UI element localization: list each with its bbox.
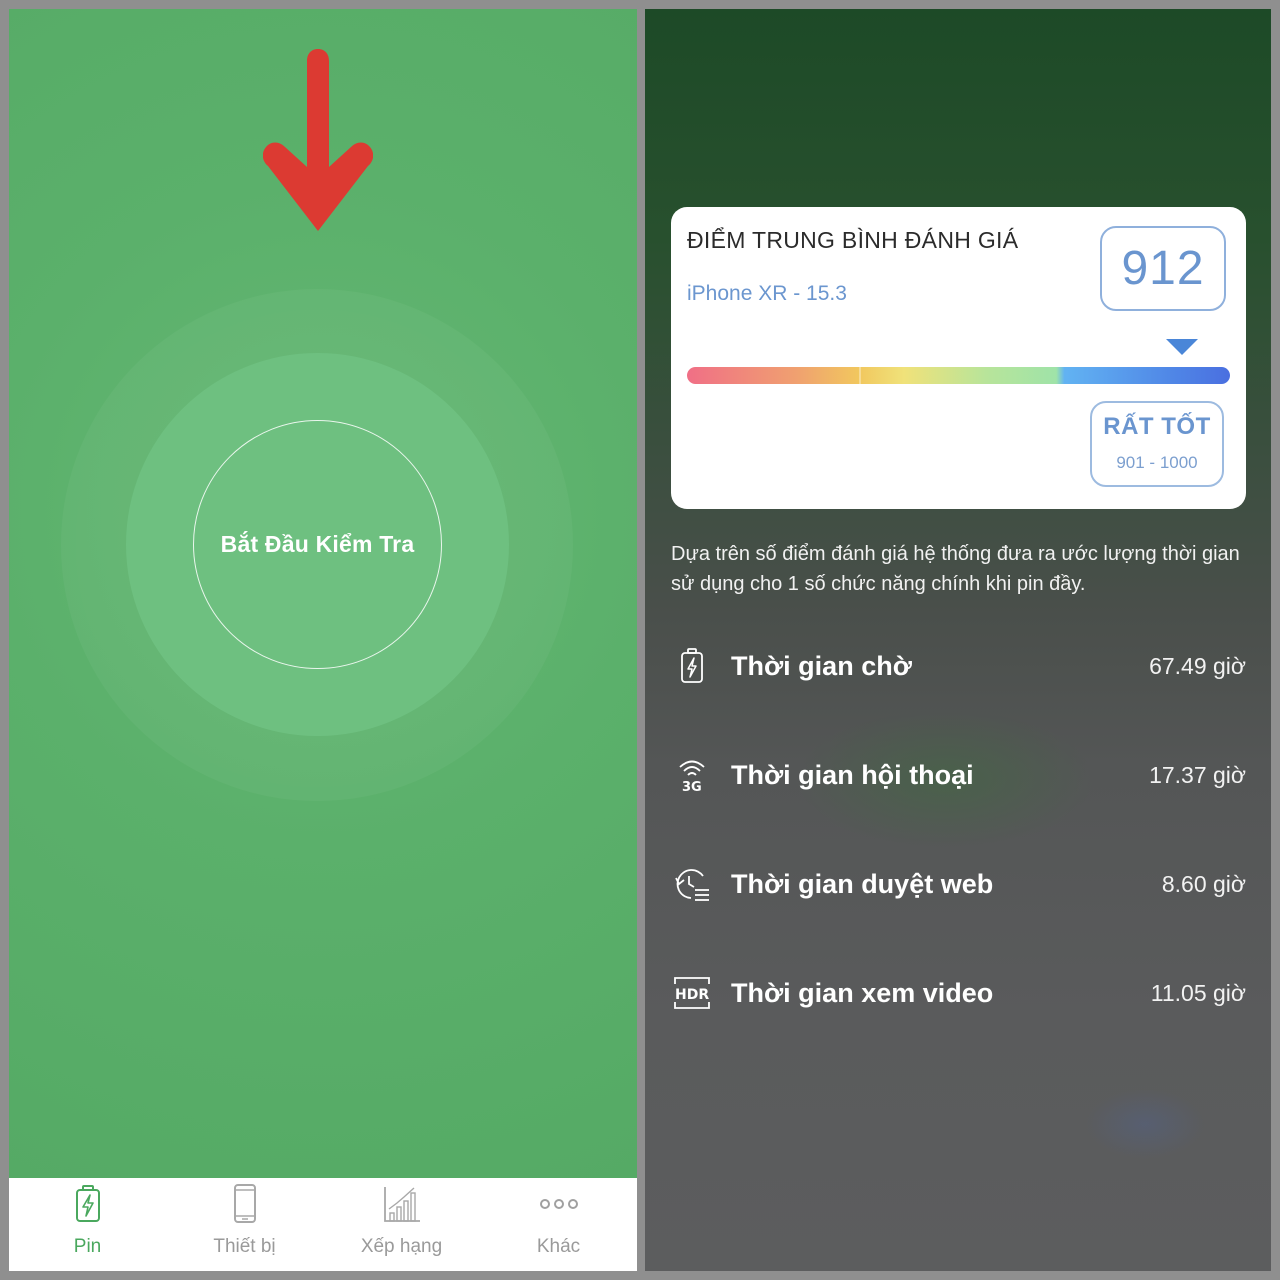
- tab-label: Xếp hạng: [360, 1236, 443, 1257]
- metric-label: Thời gian chờ: [731, 650, 912, 681]
- battery-charging-icon: [671, 645, 713, 687]
- test-area: Bắt Đầu Kiểm Tra: [9, 9, 637, 1178]
- history-clock-icon: [671, 863, 713, 905]
- start-test-button[interactable]: Bắt Đầu Kiểm Tra: [193, 420, 442, 669]
- grade-badge: RẤT TỐT 901 - 1000: [1090, 401, 1224, 487]
- start-test-label: Bắt Đầu Kiểm Tra: [220, 531, 415, 557]
- grade-label: RẤT TỐT: [1103, 413, 1211, 440]
- tab-label: Khác: [536, 1236, 581, 1257]
- device-model: iPhone XR - 15.3: [687, 282, 847, 305]
- metric-row-web: Thời gian duyệt web 8.60 giờ: [671, 859, 1246, 909]
- battery-icon: [75, 1184, 101, 1224]
- metric-value: 8.60 giờ: [1161, 870, 1246, 897]
- tab-xep-hang[interactable]: Xếp hạng: [323, 1178, 480, 1271]
- estimate-description: Dựa trên số điểm đánh giá hệ thống đưa r…: [671, 543, 1240, 595]
- background-glow: [1085, 1089, 1205, 1159]
- metric-row-standby: Thời gian chờ 67.49 giờ: [671, 641, 1246, 691]
- score-badge: 912: [1100, 226, 1226, 311]
- tab-label: Thiết bị: [213, 1236, 276, 1257]
- battery-result-screen: ĐIỂM TRUNG BÌNH ĐÁNH GIÁ iPhone XR - 15.…: [645, 9, 1271, 1271]
- metric-value: 11.05 giờ: [1150, 979, 1246, 1006]
- down-arrow-icon: [263, 49, 373, 231]
- svg-text:HDR: HDR: [675, 987, 709, 1003]
- metric-value: 67.49 giờ: [1149, 652, 1246, 679]
- 3g-signal-icon: 3G: [671, 754, 713, 796]
- grade-range: 901 - 1000: [1116, 453, 1198, 472]
- battery-test-screen: Bắt Đầu Kiểm Tra Pin Thiết bị Xếp hạng K…: [9, 9, 637, 1271]
- phone-icon: [233, 1184, 257, 1224]
- hdr-icon: HDR: [671, 972, 713, 1014]
- tab-pin[interactable]: Pin: [9, 1178, 166, 1271]
- metric-label: Thời gian hội thoại: [731, 759, 974, 790]
- svg-text:3G: 3G: [682, 780, 702, 793]
- score-card-title: ĐIỂM TRUNG BÌNH ĐÁNH GIÁ: [687, 227, 1019, 253]
- metric-row-talk: 3G Thời gian hội thoại 17.37 giờ: [671, 750, 1246, 800]
- rating-scale-bar: [687, 367, 1230, 384]
- score-pointer-icon: [1166, 339, 1199, 355]
- tab-label: Pin: [73, 1236, 102, 1257]
- tab-khac[interactable]: Khác: [480, 1178, 637, 1271]
- more-dots-icon: [539, 1184, 579, 1224]
- score-value: 912: [1121, 242, 1205, 295]
- ranking-chart-icon: [383, 1184, 421, 1224]
- metric-row-video: HDR Thời gian xem video 11.05 giờ: [671, 968, 1246, 1018]
- bottom-tab-bar: Pin Thiết bị Xếp hạng Khác: [9, 1178, 637, 1271]
- metric-label: Thời gian duyệt web: [731, 868, 994, 899]
- metric-label: Thời gian xem video: [731, 977, 994, 1008]
- metric-value: 17.37 giờ: [1149, 761, 1246, 788]
- score-card: ĐIỂM TRUNG BÌNH ĐÁNH GIÁ iPhone XR - 15.…: [671, 207, 1246, 509]
- tab-thiet-bi[interactable]: Thiết bị: [166, 1178, 323, 1271]
